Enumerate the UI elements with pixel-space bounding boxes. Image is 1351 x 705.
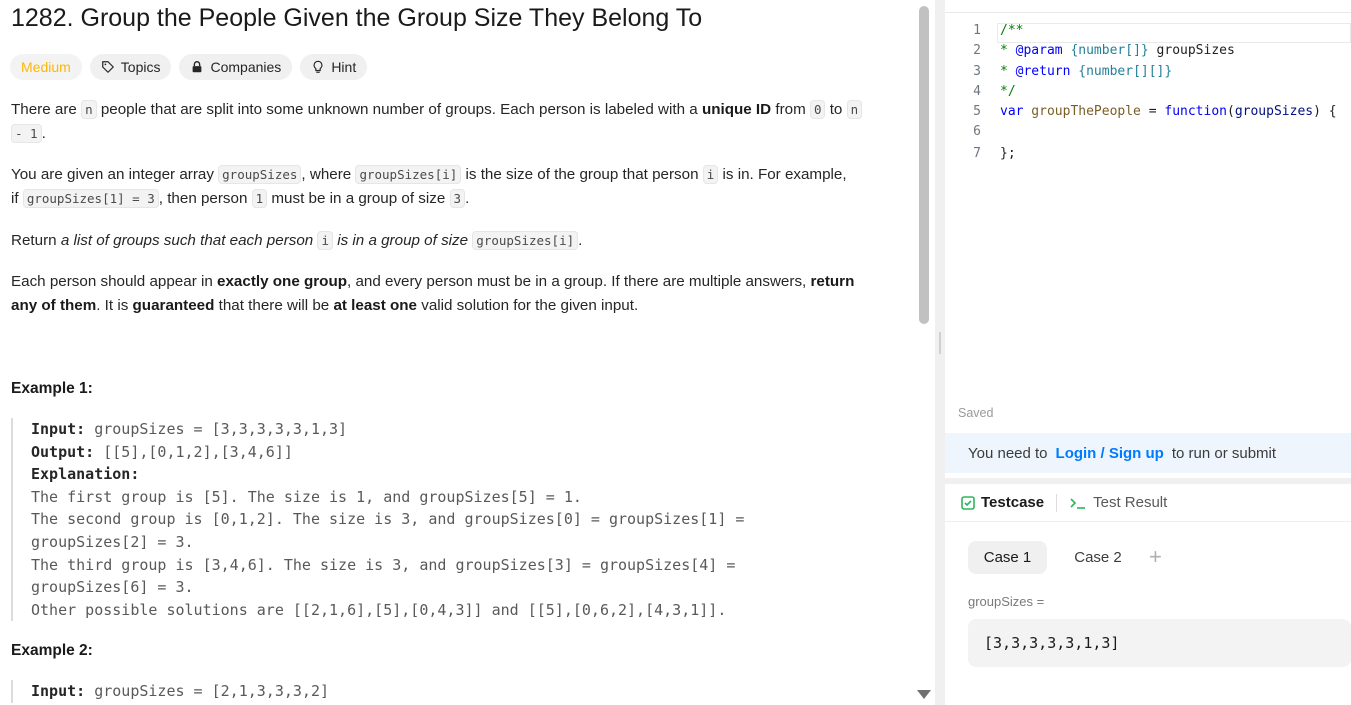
terminal-icon: [1070, 497, 1086, 509]
tag-icon: [101, 61, 114, 73]
param-input[interactable]: [3,3,3,3,3,1,3]: [968, 619, 1351, 667]
checkbox-icon: [961, 495, 975, 510]
case-1-tab[interactable]: Case 1: [968, 541, 1047, 574]
problem-description-panel: 1282. Group the People Given the Group S…: [0, 0, 918, 705]
hint-button[interactable]: Hint: [300, 54, 368, 80]
description-paragraph-2: You are given an integer array groupSize…: [11, 165, 847, 208]
hint-label: Hint: [331, 59, 357, 75]
case-2-tab[interactable]: Case 2: [1060, 541, 1136, 574]
companies-label: Companies: [210, 59, 282, 75]
code-line[interactable]: 4 */: [945, 82, 1351, 102]
explanation-line: The first group is [5]. The size is 1, a…: [31, 487, 582, 506]
description-scrollbar-thumb[interactable]: [919, 6, 929, 324]
code-line[interactable]: 3 * @return {number[][]}: [945, 62, 1351, 82]
code-line[interactable]: 2 * @param {number[]} groupSizes: [945, 41, 1351, 61]
line-number: 2: [973, 43, 981, 58]
line-number: 7: [973, 146, 981, 161]
line-number: 5: [973, 104, 981, 119]
login-banner: You need to Login / Sign up to run or su…: [945, 433, 1351, 473]
line-number: 3: [973, 64, 981, 79]
editor-top-border: [945, 12, 1351, 13]
example-2-block: Input: groupSizes = [2,1,3,3,3,2]: [11, 680, 329, 703]
example-1-heading: Example 1:: [11, 380, 93, 397]
code-editor[interactable]: 1 /** 2 * @param {number[]} groupSizes 3…: [945, 0, 1351, 410]
topics-button[interactable]: Topics: [89, 54, 172, 80]
code-line[interactable]: 5 var groupThePeople = function(groupSiz…: [945, 102, 1351, 122]
login-signup-link[interactable]: Login / Sign up: [1056, 445, 1164, 462]
explanation-line: The second group is [0,1,2]. The size is…: [31, 510, 745, 529]
companies-button[interactable]: Companies: [179, 54, 293, 80]
panel-resize-handle[interactable]: [935, 0, 945, 705]
tab-divider: [1056, 493, 1058, 512]
line-number: 4: [973, 84, 981, 99]
explanation-line: Other possible solutions are [[2,1,6],[5…: [31, 600, 727, 619]
description-paragraph-3: Return a list of groups such that each p…: [11, 231, 583, 250]
topics-label: Topics: [120, 59, 161, 75]
difficulty-badge: Medium: [10, 54, 82, 80]
tab-test-result[interactable]: Test Result: [1069, 494, 1167, 511]
problem-tags: Medium Topics Companies Hint: [10, 54, 368, 80]
code-line[interactable]: 1 /**: [945, 21, 1351, 41]
tab-testcase[interactable]: Testcase: [961, 494, 1044, 511]
resize-grip-icon: [939, 332, 941, 354]
lightbulb-icon: [313, 60, 323, 73]
explanation-line: groupSizes[2] = 3.: [31, 532, 194, 551]
add-case-plus-icon[interactable]: +: [1149, 546, 1162, 568]
testcase-tab-bar: Testcase Test Result: [945, 484, 1351, 522]
scroll-down-arrow-icon[interactable]: [917, 690, 931, 699]
code-line[interactable]: 7 };: [945, 144, 1351, 164]
code-line[interactable]: 6: [945, 122, 1351, 142]
explanation-line: The third group is [3,4,6]. The size is …: [31, 555, 736, 574]
param-label: groupSizes =: [968, 594, 1045, 609]
description-paragraph-1: There are n people that are split into s…: [11, 98, 896, 146]
line-number: 1: [973, 23, 981, 38]
line-number: 6: [973, 124, 981, 139]
saved-status: Saved: [958, 406, 994, 420]
explanation-line: groupSizes[6] = 3.: [31, 578, 194, 597]
description-paragraph-4: Each person should appear in exactly one…: [11, 273, 855, 314]
example-2-heading: Example 2:: [11, 642, 93, 659]
problem-title: 1282. Group the People Given the Group S…: [11, 4, 703, 32]
example-1-block: Input: groupSizes = [3,3,3,3,3,1,3] Outp…: [11, 418, 745, 622]
lock-icon: [193, 61, 202, 73]
